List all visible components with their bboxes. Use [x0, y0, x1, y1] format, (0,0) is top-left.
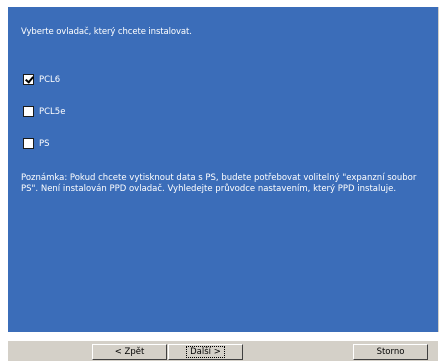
- pcl6-checkbox[interactable]: [23, 74, 34, 85]
- cancel-button[interactable]: Storno: [353, 344, 428, 360]
- pcl6-label: PCL6: [39, 74, 61, 85]
- option-ps[interactable]: PS: [23, 138, 50, 149]
- ps-label: PS: [39, 138, 50, 149]
- option-pcl5e[interactable]: PCL5e: [23, 106, 65, 117]
- cancel-button-label: Storno: [376, 347, 405, 357]
- note-text: Poznámka: Pokud chcete vytisknout data s…: [21, 173, 417, 194]
- button-bar: < Zpět Další > Storno: [8, 340, 438, 361]
- driver-selection-panel: Vyberte ovladač, který chcete instalovat…: [8, 7, 439, 332]
- ps-checkbox[interactable]: [23, 138, 34, 149]
- pcl5e-checkbox[interactable]: [23, 106, 34, 117]
- pcl5e-label: PCL5e: [39, 106, 66, 117]
- next-button-label: Další >: [186, 346, 225, 358]
- next-button[interactable]: Další >: [168, 344, 243, 360]
- prompt-text: Vyberte ovladač, který chcete instalovat…: [21, 27, 192, 37]
- installer-window: Vyberte ovladač, který chcete instalovat…: [0, 0, 446, 363]
- back-button-label: < Zpět: [114, 347, 145, 357]
- option-pcl6[interactable]: PCL6: [23, 74, 60, 85]
- back-button[interactable]: < Zpět: [92, 344, 167, 360]
